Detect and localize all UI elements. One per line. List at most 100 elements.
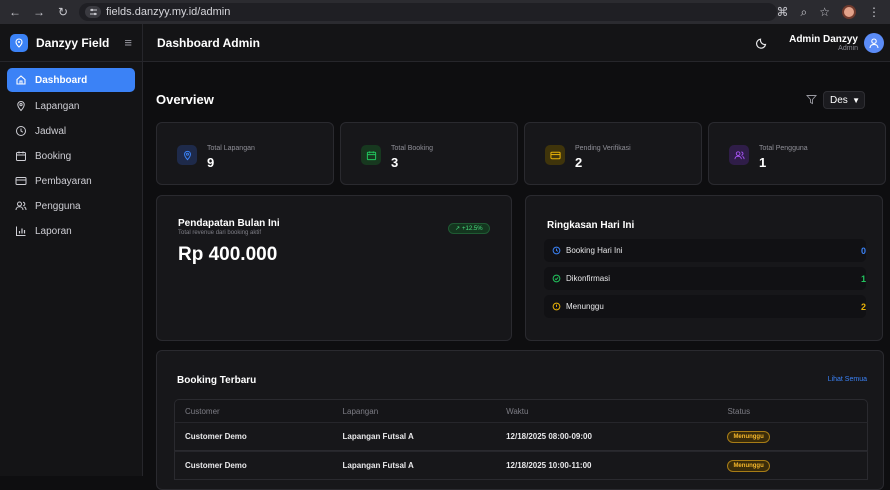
overview-title: Overview — [156, 92, 214, 107]
column-header: Customer — [185, 406, 220, 416]
map-pin-icon — [177, 145, 197, 165]
summary-row-label: Dikonfirmasi — [566, 274, 611, 283]
month-select-value: Des — [830, 94, 848, 106]
bar-chart-icon — [16, 226, 26, 236]
summary-row-dikonfirmasi: Dikonfirmasi 1 — [544, 267, 866, 290]
page-title: Dashboard Admin — [157, 35, 260, 50]
stat-card-pending-verifikasi: Pending Verifikasi 2 — [524, 122, 702, 185]
summary-row-menunggu: Menunggu 2 — [544, 295, 866, 318]
users-icon — [15, 201, 27, 211]
topbar: Dashboard Admin Admin Danzyy Admin — [143, 24, 890, 62]
brand-name: Danzyy Field — [36, 35, 110, 50]
user-role: Admin — [838, 44, 858, 52]
users-icon — [729, 145, 749, 165]
status-badge: Menunggu — [727, 430, 770, 443]
alert-circle-icon — [552, 302, 561, 311]
summary-card: Ringkasan Hari Ini Booking Hari Ini 0 Di… — [525, 195, 883, 341]
stat-label: Pending Verifikasi — [575, 145, 631, 152]
cell-time: 12/18/2025 08:00-09:00 — [506, 432, 592, 441]
sidebar-item-label: Dashboard — [35, 74, 88, 86]
summary-row-label: Booking Hari Ini — [566, 246, 623, 255]
credit-card-icon — [545, 145, 565, 165]
summary-row-value: 0 — [860, 245, 866, 256]
cell-time: 12/18/2025 10:00-11:00 — [506, 461, 592, 470]
url-text: fields.danzyy.my.id/admin — [106, 6, 231, 18]
stat-value: 2 — [575, 155, 583, 170]
credit-card-icon — [15, 177, 27, 185]
sidebar-item-label: Pembayaran — [35, 175, 92, 187]
revenue-growth-value: +12.5% — [462, 225, 483, 232]
theme-toggle-icon[interactable] — [755, 36, 769, 50]
revenue-title: Pendapatan Bulan Ini — [178, 218, 280, 229]
sidebar: Danzyy Field ≡ Dashboard Lapangan Jadwal… — [0, 24, 143, 476]
user-menu[interactable]: Admin Danzyy Admin — [789, 32, 884, 53]
column-header: Status — [727, 406, 751, 416]
stat-card-total-booking: Total Booking 3 — [340, 122, 518, 185]
sidebar-item-lapangan[interactable]: Lapangan — [7, 95, 135, 117]
browser-toolbar: ← → ↻ fields.danzyy.my.id/admin ⌘ ⌕ ☆ ⋮ — [0, 0, 890, 24]
filter-icon[interactable] — [806, 94, 817, 105]
brand-logo-icon — [10, 33, 28, 52]
summary-row-booking-hari-ini: Booking Hari Ini 0 — [544, 239, 866, 262]
reload-icon[interactable]: ↻ — [57, 5, 69, 19]
address-bar[interactable]: fields.danzyy.my.id/admin — [79, 3, 777, 21]
map-pin-icon — [17, 100, 25, 112]
recent-bookings-title: Booking Terbaru — [177, 375, 257, 386]
stat-label: Total Lapangan — [207, 145, 255, 152]
translate-icon[interactable]: ⌘ — [777, 5, 789, 19]
home-icon — [16, 75, 26, 85]
recent-bookings-card: Booking Terbaru Lihat Semua Customer Lap… — [156, 350, 884, 490]
clock-icon — [16, 126, 26, 136]
stat-value: 1 — [759, 155, 767, 170]
sidebar-item-dashboard[interactable]: Dashboard — [7, 68, 135, 92]
forward-icon[interactable]: → — [33, 5, 45, 19]
stat-value: 3 — [391, 155, 399, 170]
zoom-icon[interactable]: ⌕ — [801, 5, 808, 20]
main-content: Overview Des ▼ Total Lapangan 9 Total Bo… — [143, 62, 890, 490]
bookmark-star-icon[interactable]: ☆ — [819, 5, 830, 19]
sidebar-nav: Dashboard Lapangan Jadwal Booking Pembay… — [0, 62, 142, 251]
cell-field: Lapangan Futsal A — [342, 461, 414, 470]
column-header: Lapangan — [342, 406, 379, 416]
cell-customer: Customer Demo — [185, 432, 247, 441]
status-badge: Menunggu — [727, 459, 770, 472]
profile-avatar[interactable] — [842, 5, 856, 19]
stat-label: Total Pengguna — [759, 145, 808, 152]
sidebar-item-pembayaran[interactable]: Pembayaran — [7, 170, 135, 192]
month-select[interactable]: Des ▼ — [823, 91, 865, 109]
bookings-table: Customer Lapangan Waktu Status Customer … — [174, 399, 868, 480]
sidebar-item-label: Laporan — [35, 225, 72, 237]
revenue-value: Rp 400.000 — [178, 244, 278, 265]
sidebar-item-label: Booking — [35, 150, 72, 162]
stat-value: 9 — [207, 155, 215, 170]
clock-icon — [552, 246, 561, 255]
user-avatar-icon[interactable] — [864, 32, 884, 53]
sidebar-item-jadwal[interactable]: Jadwal — [7, 120, 135, 142]
back-icon[interactable]: ← — [9, 5, 21, 19]
site-info-icon[interactable] — [85, 6, 101, 18]
sidebar-item-booking[interactable]: Booking — [7, 145, 135, 167]
brand: Danzyy Field ≡ — [0, 24, 142, 62]
sidebar-item-laporan[interactable]: Laporan — [7, 220, 135, 242]
revenue-growth-badge: ↗ +12.5% — [448, 223, 490, 234]
stat-card-total-lapangan: Total Lapangan 9 — [156, 122, 334, 185]
calendar-icon — [16, 151, 26, 161]
sidebar-item-pengguna[interactable]: Pengguna — [7, 195, 135, 217]
see-all-link[interactable]: Lihat Semua — [828, 376, 867, 383]
revenue-subtitle: Total revenue dari booking aktif — [178, 230, 262, 236]
sidebar-toggle-icon[interactable]: ≡ — [124, 35, 132, 50]
column-header: Waktu — [506, 406, 529, 416]
summary-title: Ringkasan Hari Ini — [547, 220, 635, 231]
cell-field: Lapangan Futsal A — [342, 432, 414, 441]
sidebar-item-label: Jadwal — [35, 125, 67, 137]
table-row[interactable]: Customer Demo Lapangan Futsal A 12/18/20… — [174, 422, 868, 451]
sidebar-item-label: Pengguna — [35, 200, 81, 212]
user-name: Admin Danzyy — [789, 33, 858, 45]
table-header: Customer Lapangan Waktu Status — [174, 399, 868, 422]
summary-row-value: 2 — [860, 301, 866, 312]
check-circle-icon — [552, 274, 561, 283]
stat-card-total-pengguna: Total Pengguna 1 — [708, 122, 886, 185]
summary-row-label: Menunggu — [566, 302, 604, 311]
stat-label: Total Booking — [391, 145, 434, 152]
browser-menu-icon[interactable]: ⋮ — [868, 5, 880, 19]
